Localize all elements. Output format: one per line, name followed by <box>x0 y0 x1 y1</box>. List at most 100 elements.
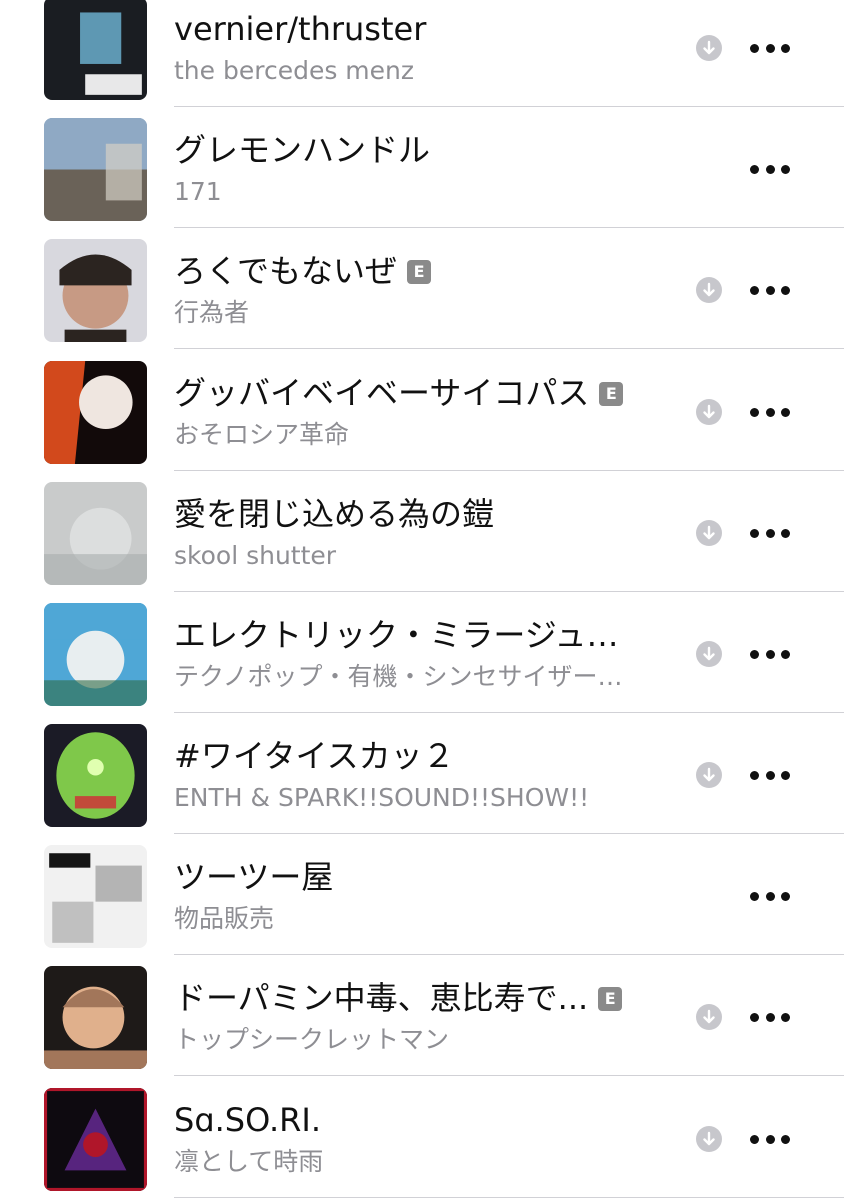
ellipsis-dot-icon <box>750 528 759 538</box>
ellipsis-dot-icon <box>750 1134 759 1144</box>
ellipsis-dot-icon <box>765 164 775 174</box>
more-options-button[interactable] <box>750 758 790 792</box>
song-title-text: エレクトリック・ミラージュ… <box>174 616 619 654</box>
song-title-text: vernier/thruster <box>174 10 427 48</box>
downloaded-icon <box>696 762 722 788</box>
more-options-button[interactable] <box>750 152 790 186</box>
row-divider <box>174 833 844 834</box>
downloaded-icon <box>696 277 722 303</box>
ellipsis-dot-icon <box>781 164 790 174</box>
song-title-text: #ワイタイスカッ２ <box>174 737 455 775</box>
more-options-button[interactable] <box>750 879 790 913</box>
song-title-text: ろくでもないぜ <box>174 252 398 290</box>
album-art-image <box>44 1088 147 1191</box>
song-title: エレクトリック・ミラージュ… <box>174 613 674 657</box>
album-art <box>44 603 147 706</box>
song-row[interactable]: エレクトリック・ミラージュ… テクノポップ・有機・シンセサイザー… <box>0 603 844 724</box>
row-divider <box>174 1075 844 1076</box>
album-art-image <box>44 966 147 1069</box>
song-row[interactable]: #ワイタイスカッ２ ENTH & SPARK!!SOUND!!SHOW!! <box>0 724 844 845</box>
song-title-text: グッバイベイベーサイコパス <box>174 374 590 412</box>
ellipsis-dot-icon <box>765 528 775 538</box>
song-title: ツーツー屋 <box>174 855 674 899</box>
ellipsis-dot-icon <box>750 770 759 780</box>
song-row[interactable]: ツーツー屋 物品販売 <box>0 845 844 966</box>
ellipsis-dot-icon <box>765 1012 775 1022</box>
album-art <box>44 1088 147 1191</box>
row-divider <box>174 106 844 107</box>
album-art-image <box>44 845 147 948</box>
album-art <box>44 239 147 342</box>
downloaded-icon <box>696 399 722 425</box>
row-divider <box>174 348 844 349</box>
ellipsis-dot-icon <box>781 285 790 295</box>
song-artist: テクノポップ・有機・シンセサイザー… <box>174 662 623 691</box>
more-options-button[interactable] <box>750 31 790 65</box>
song-row[interactable]: グッバイベイベーサイコパス E おそロシア革命 <box>0 361 844 482</box>
song-artist: トップシークレットマン <box>174 1025 450 1054</box>
song-row[interactable]: ドーパミン中毒、恵比寿で... E トップシークレットマン <box>0 966 844 1087</box>
ellipsis-dot-icon <box>750 891 759 901</box>
ellipsis-dot-icon <box>781 1134 790 1144</box>
album-art <box>44 966 147 1069</box>
explicit-badge: E <box>598 987 623 1011</box>
song-row[interactable]: ろくでもないぜ E 行為者 <box>0 239 844 360</box>
song-list: vernier/thruster the bercedes menz グレモンハンド… <box>0 0 844 1200</box>
album-art-image <box>44 361 147 464</box>
album-art <box>44 724 147 827</box>
downloaded-icon <box>696 641 722 667</box>
more-options-button[interactable] <box>750 516 790 550</box>
song-artist: skool shutter <box>174 541 337 570</box>
ellipsis-dot-icon <box>750 285 759 295</box>
row-divider <box>174 954 844 955</box>
album-art <box>44 845 147 948</box>
song-title: グレモンハンドル <box>174 128 674 172</box>
ellipsis-dot-icon <box>750 43 759 53</box>
song-title-text: Sɑ.SO.RI. <box>174 1101 322 1139</box>
song-row[interactable]: 愛を閉じ込める為の鎧 skool shutter <box>0 482 844 603</box>
ellipsis-dot-icon <box>765 770 775 780</box>
more-options-button[interactable] <box>750 395 790 429</box>
song-artist: ENTH & SPARK!!SOUND!!SHOW!! <box>174 783 590 812</box>
explicit-badge: E <box>599 382 624 406</box>
ellipsis-dot-icon <box>765 43 775 53</box>
downloaded-icon <box>696 1004 722 1030</box>
song-row[interactable]: グレモンハンドル 171 <box>0 118 844 239</box>
ellipsis-dot-icon <box>781 407 790 417</box>
album-art-image <box>44 118 147 221</box>
ellipsis-dot-icon <box>750 407 759 417</box>
song-title: ろくでもないぜ E <box>174 249 674 293</box>
row-divider <box>174 1197 844 1198</box>
more-options-button[interactable] <box>750 1122 790 1156</box>
song-artist: 凛として時雨 <box>174 1147 324 1176</box>
row-divider <box>174 470 844 471</box>
ellipsis-dot-icon <box>781 891 790 901</box>
song-artist: 171 <box>174 177 222 206</box>
album-art-image <box>44 0 147 100</box>
song-artist: 行為者 <box>174 298 250 327</box>
album-art-image <box>44 482 147 585</box>
ellipsis-dot-icon <box>765 891 775 901</box>
song-artist: 物品販売 <box>174 904 275 933</box>
ellipsis-dot-icon <box>781 770 790 780</box>
album-art <box>44 361 147 464</box>
downloaded-icon <box>696 520 722 546</box>
more-options-button[interactable] <box>750 1000 790 1034</box>
song-artist: おそロシア革命 <box>174 420 350 449</box>
song-title: #ワイタイスカッ２ <box>174 734 674 778</box>
album-art <box>44 0 147 100</box>
song-row[interactable]: vernier/thruster the bercedes menz <box>0 0 844 118</box>
song-title: ドーパミン中毒、恵比寿で... E <box>174 976 674 1020</box>
more-options-button[interactable] <box>750 273 790 307</box>
ellipsis-dot-icon <box>765 1134 775 1144</box>
song-title-text: グレモンハンドル <box>174 131 431 169</box>
song-row[interactable]: Sɑ.SO.RI. 凛として時雨 <box>0 1088 844 1200</box>
explicit-badge: E <box>407 260 432 284</box>
ellipsis-dot-icon <box>750 1012 759 1022</box>
more-options-button[interactable] <box>750 637 790 671</box>
album-art <box>44 118 147 221</box>
song-title-text: 愛を閉じ込める為の鎧 <box>174 495 495 533</box>
song-title-text: ツーツー屋 <box>174 858 334 896</box>
ellipsis-dot-icon <box>781 649 790 659</box>
song-title-text: ドーパミン中毒、恵比寿で... <box>174 979 589 1017</box>
